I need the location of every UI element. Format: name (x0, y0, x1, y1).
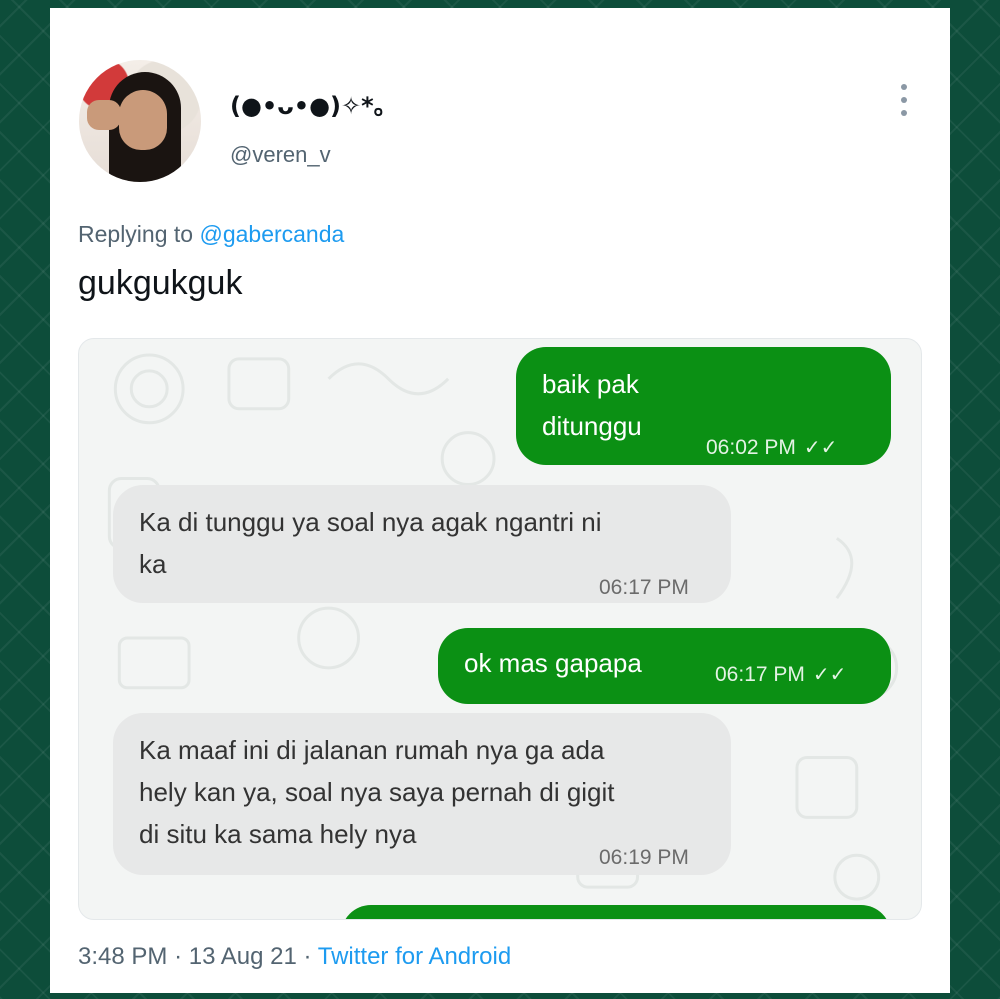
message-time: 06:17 PM ✓✓ (715, 654, 846, 696)
double-check-icon: ✓✓ (812, 664, 847, 687)
chat-message-incoming[interactable]: Ka maaf ini di jalanan rumah nya ga ada … (113, 713, 731, 875)
message-time: 06:17 PM (599, 576, 689, 599)
display-name[interactable]: (●•ᴗ•●)✧*。 (230, 86, 398, 121)
separator: · (174, 943, 183, 970)
tweet-time[interactable]: 3:48 PM (78, 943, 167, 970)
message-time-text: 06:17 PM (715, 663, 805, 686)
tweet-footer: 3:48 PM · 13 Aug 21 · Twitter for Androi… (78, 943, 511, 971)
tweet-card: (●•ᴗ•●)✧*。 @veren_v Replying to @gaberca… (50, 8, 950, 993)
tweet-text: gukgukguk (78, 264, 243, 302)
avatar-face (119, 90, 167, 150)
separator: · (303, 943, 312, 970)
username[interactable]: @veren_v (230, 142, 331, 168)
message-text: baik pak ditunggu (542, 369, 642, 441)
chat-message-outgoing[interactable]: ok mas gapapa 06:17 PM ✓✓ (438, 628, 891, 704)
replying-handle-link[interactable]: @gabercanda (199, 221, 344, 247)
replying-prefix: Replying to (78, 221, 194, 247)
message-time: 06:02 PM ✓✓ (706, 427, 837, 469)
message-time-text: 06:02 PM (706, 436, 796, 459)
more-dot (901, 110, 907, 117)
chat-screenshot: baik pak ditunggu 06:02 PM ✓✓ Ka di tungg… (78, 338, 922, 920)
chat-message-incoming[interactable]: Ka di tunggu ya soal nya agak ngantri ni… (113, 485, 731, 603)
more-dot (901, 96, 907, 103)
more-dot (901, 83, 907, 90)
tweet-date[interactable]: 13 Aug 21 (189, 943, 297, 970)
double-check-icon: ✓✓ (803, 437, 838, 460)
message-text: Ka maaf ini di jalanan rumah nya ga ada … (139, 735, 615, 849)
tweet-source-link[interactable]: Twitter for Android (318, 943, 511, 970)
avatar-hand (87, 100, 121, 130)
chat-message-outgoing-partial (341, 905, 891, 919)
more-vertical-icon[interactable] (892, 80, 916, 120)
message-text: ok mas gapapa (464, 648, 642, 678)
replying-to: Replying to @gabercanda (78, 221, 344, 248)
message-time: 06:19 PM (599, 846, 689, 869)
chat-message-outgoing[interactable]: baik pak ditunggu 06:02 PM ✓✓ (516, 347, 891, 465)
message-text: Ka di tunggu ya soal nya agak ngantri ni… (139, 507, 602, 579)
avatar[interactable] (79, 60, 201, 182)
